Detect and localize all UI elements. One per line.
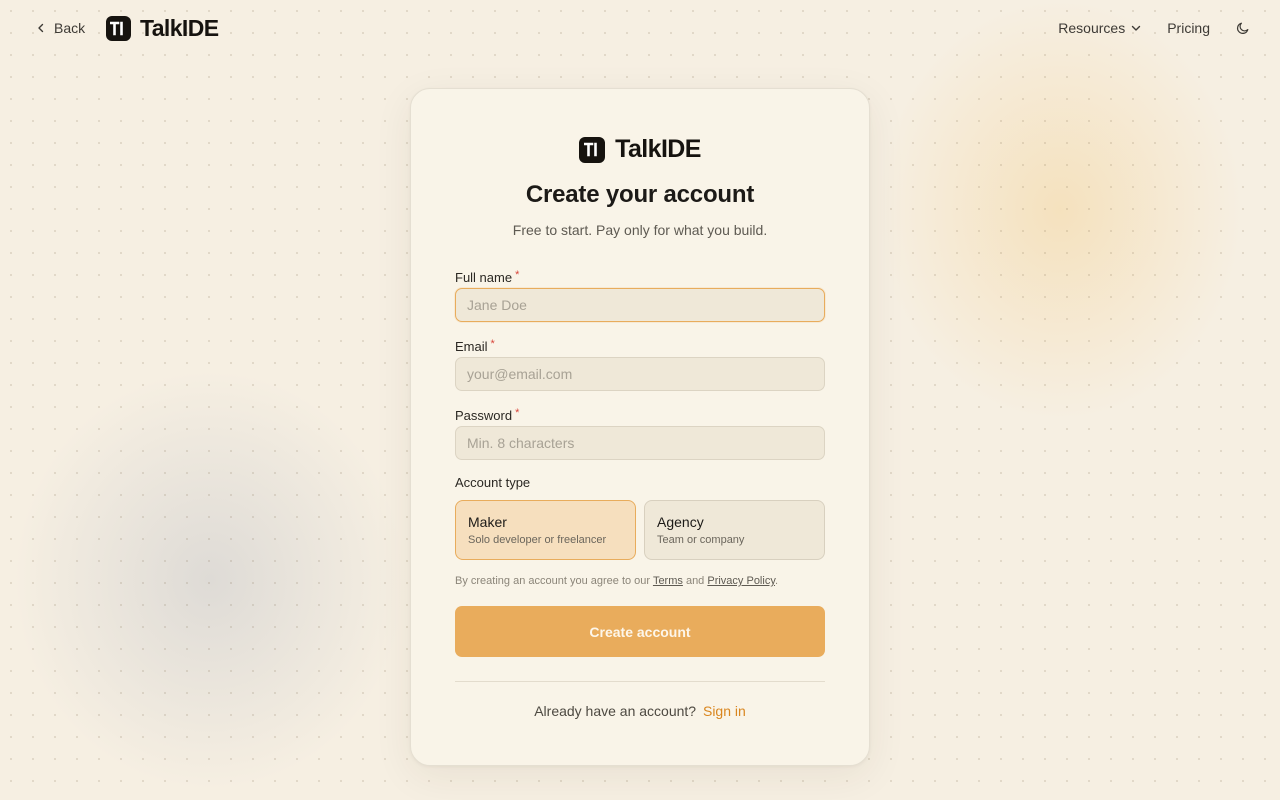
option-description: Team or company	[657, 534, 745, 546]
email-label-text: Email	[455, 339, 488, 354]
option-description: Solo developer or freelancer	[468, 534, 607, 546]
option-title: Maker	[468, 514, 507, 530]
pricing-link[interactable]: Pricing	[1167, 20, 1210, 36]
page-subtitle: Free to start. Pay only for what you bui…	[512, 222, 768, 238]
back-label: Back	[54, 20, 86, 36]
logo-icon	[106, 16, 131, 41]
account-type-agency-option[interactable]: Agency Team or company	[644, 500, 825, 560]
logo-icon	[579, 136, 606, 163]
resources-menu[interactable]: Resources	[1058, 20, 1141, 36]
required-marker: *	[515, 407, 520, 419]
brand-name: TalkIDE	[140, 15, 219, 41]
terms-middle: and	[682, 575, 708, 587]
divider	[455, 681, 825, 682]
terms-prefix: By creating an account you agree to our	[455, 575, 653, 587]
password-input[interactable]	[455, 426, 825, 460]
full-name-input[interactable]	[455, 288, 825, 322]
terms-suffix: .	[775, 575, 779, 587]
brand-logo-link[interactable]: TalkIDE	[106, 15, 219, 42]
chevron-down-icon	[1132, 25, 1141, 31]
nav-right: Resources Pricing	[1058, 16, 1250, 40]
pricing-label: Pricing	[1167, 20, 1210, 36]
required-marker: *	[490, 338, 495, 350]
card-brand-name: TalkIDE	[615, 135, 701, 163]
full-name-label: Full name *	[455, 269, 520, 285]
terms-notice: By creating an account you agree to our …	[455, 575, 835, 587]
terms-link[interactable]: Terms	[653, 575, 683, 587]
signup-card: TalkIDE Create your account Free to star…	[410, 88, 870, 766]
signin-prompt: Already have an account? Sign in	[411, 703, 869, 719]
chevron-left-icon	[38, 23, 44, 33]
option-title: Agency	[657, 514, 704, 530]
create-account-button[interactable]: Create account	[455, 606, 825, 657]
theme-toggle-button[interactable]	[1236, 21, 1250, 35]
card-brand: TalkIDE	[411, 135, 869, 164]
moon-icon	[1237, 22, 1249, 34]
top-nav-bar: Back TalkIDE Resources Pricing	[0, 0, 1280, 56]
page-title: Create your account	[525, 181, 755, 208]
password-label-text: Password	[455, 408, 513, 423]
sign-in-link[interactable]: Sign in	[703, 703, 746, 719]
email-label: Email *	[455, 338, 495, 354]
email-input[interactable]	[455, 357, 825, 391]
resources-label: Resources	[1058, 20, 1126, 36]
privacy-policy-link[interactable]: Privacy Policy	[707, 575, 775, 587]
signin-prompt-text: Already have an account?	[534, 703, 697, 719]
password-label: Password *	[455, 407, 520, 423]
account-type-maker-option[interactable]: Maker Solo developer or freelancer	[455, 500, 636, 560]
full-name-label-text: Full name	[455, 270, 513, 285]
required-marker: *	[515, 269, 520, 281]
account-type-label: Account type	[455, 475, 531, 490]
back-link[interactable]: Back	[36, 18, 85, 38]
